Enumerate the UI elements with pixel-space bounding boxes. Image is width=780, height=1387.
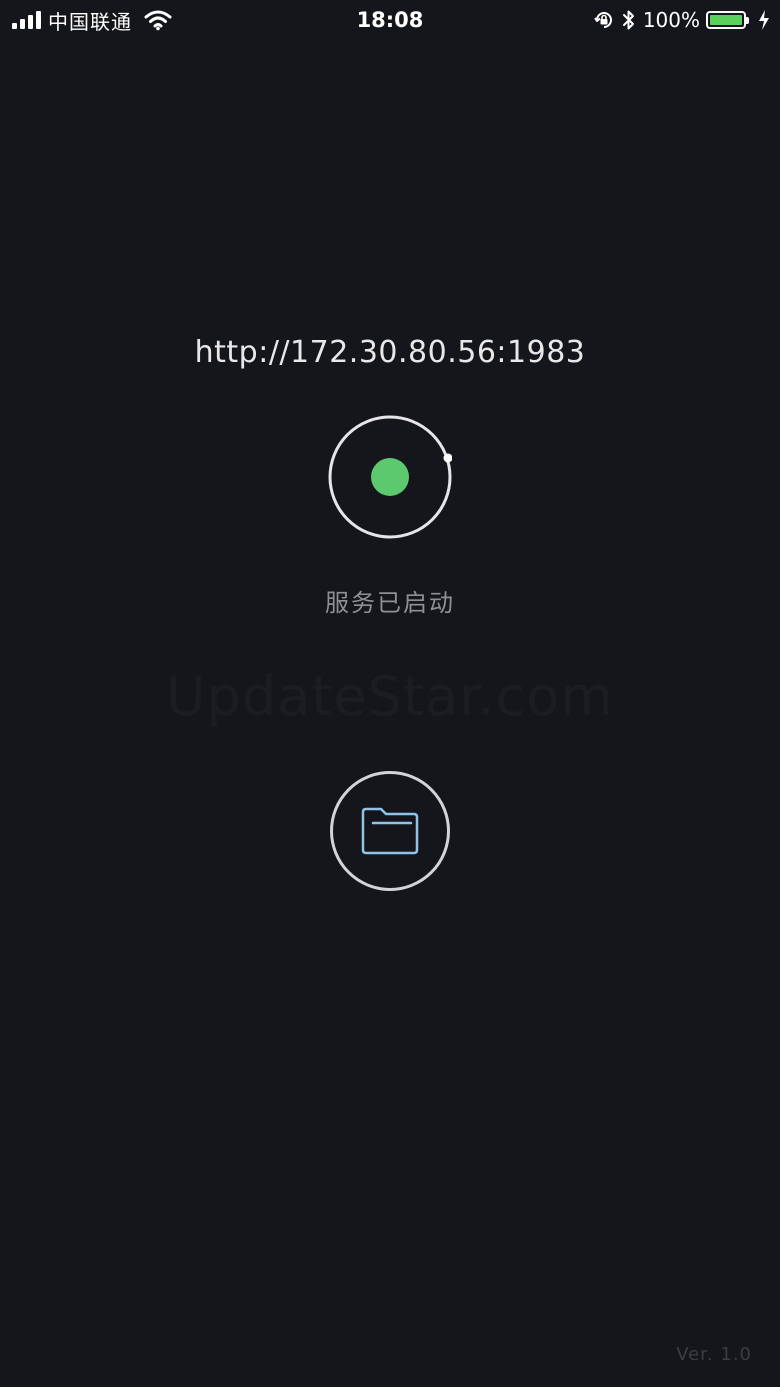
open-folder-button[interactable] (330, 771, 450, 891)
server-url: http://172.30.80.56:1983 (194, 335, 586, 370)
service-status-text: 服务已启动 (325, 589, 455, 617)
folder-icon (361, 807, 419, 855)
bluetooth-icon (622, 10, 634, 30)
status-bar: 中国联通 18:08 100% (0, 0, 780, 40)
app-screen: 中国联通 18:08 100% http://172.30.80.56:1983… (0, 0, 780, 1387)
battery-percent: 100% (642, 8, 700, 32)
watermark: UpdateStar.com (166, 665, 614, 728)
status-dot (371, 458, 409, 496)
version-label: Ver. 1.0 (676, 1344, 752, 1365)
status-bar-right: 100% (593, 6, 770, 34)
charging-icon (759, 10, 769, 30)
battery-fill (710, 15, 742, 25)
battery-icon (706, 11, 749, 29)
rotation-lock-icon (593, 12, 612, 28)
service-status-indicator[interactable] (328, 415, 452, 539)
